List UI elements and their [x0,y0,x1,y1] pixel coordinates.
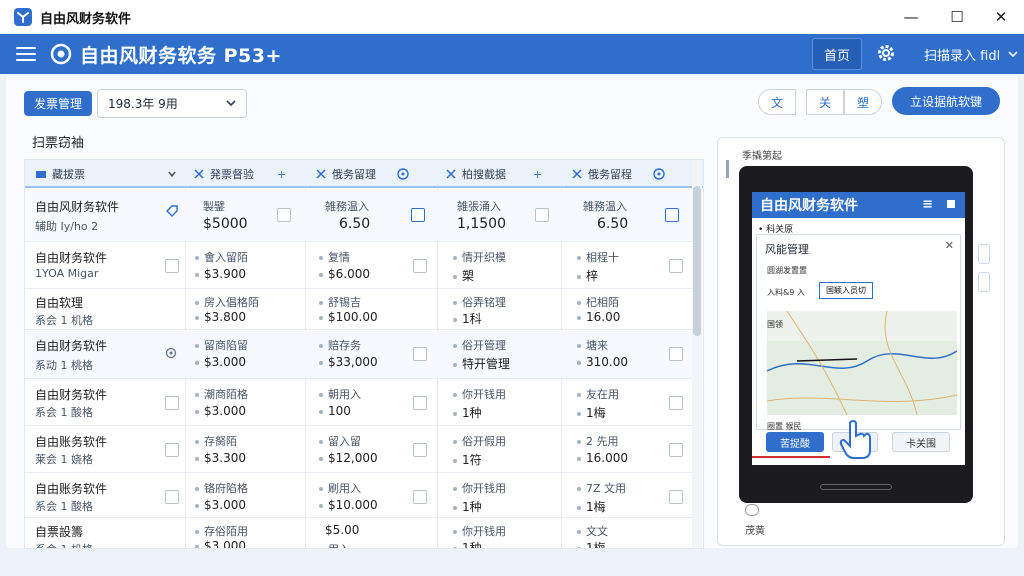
window-titlebar: 自由风财务软件 [0,0,1024,34]
close-button[interactable]: ✕ [978,0,1024,34]
dialog-title: 风能管理 [765,243,809,256]
toolbar-button-3[interactable]: 塑 [844,89,882,115]
row-checkbox[interactable] [669,259,683,273]
scrollbar-thumb[interactable] [693,186,701,336]
row-checkbox[interactable] [669,396,683,410]
arrow-icon [752,456,830,458]
row-checkbox[interactable] [413,396,427,410]
scan-entry-label: 扫描录入 fidl [924,48,1001,64]
row-checkbox[interactable] [165,259,179,273]
amount-value: $5000 [203,216,248,232]
phone-app-header: 自由风财务软件 ≡ [752,192,965,218]
phone-home-bar [820,484,892,490]
row-name: 自由风财务软件 [35,200,120,214]
column-header[interactable]: 柏搜截据 [445,160,506,188]
add-column-icon[interactable]: + [533,160,542,188]
column-header[interactable]: 俄务留理 [315,160,376,188]
hamburger-menu-icon[interactable] [16,43,36,65]
table-row[interactable]: 自由财务软件 1YOA Migar 會入留陌 $3.900 复情 $6.000 … [25,243,695,289]
table-row[interactable]: 自由财务软件 系会 1 酸格 潮商陌格 $3.000 朝用入 100 你开钱用 … [25,380,695,426]
table-scrollbar[interactable] [692,160,702,548]
row-checkbox[interactable] [669,347,683,361]
column-header[interactable]: 発票督验 [193,160,254,188]
row-subtext: 辅助 Iy/ho 2 [35,220,99,233]
hand-pointer-icon [839,420,871,459]
scan-entry-menu[interactable]: 扫描录入 fidl [924,34,1020,74]
table-row[interactable]: 自由财务软件 系动 1 桃格 留商陷留 $3.000 赔存务 $33,000 俗… [25,331,695,379]
chevron-down-icon [226,100,236,107]
row-checkbox[interactable] [413,490,427,504]
confirm-button[interactable]: 苦捉酸 [766,432,824,452]
column-header[interactable]: 藏拔票 [35,160,85,188]
add-column-icon[interactable]: + [277,160,286,188]
table-row[interactable]: 自由账务软件 莱会 1 娆格 存胬陌 $3.300 留入留 $12,000 俗开… [25,427,695,473]
phone-side-button [978,272,990,292]
phone-screen: 自由风财务软件 ≡ • 科关原 风能管理 ✕ 圆湖发置置 入料&9 入 国颖入员… [752,192,965,465]
home-button[interactable]: 首页 [812,38,862,70]
map-view[interactable] [767,311,957,415]
row-checkbox[interactable] [669,490,683,504]
minimize-button[interactable]: — [888,0,934,34]
period-select-value: 198.3年 9用 [108,97,178,111]
app-title: 自由风财务软务 P53+ [80,44,282,67]
period-select[interactable]: 198.3年 9用 [97,89,247,118]
sort-icon [572,169,582,179]
sort-icon [194,169,204,179]
cancel-button[interactable]: 卡关围 [892,432,950,452]
chevron-down-icon[interactable] [167,169,177,179]
table-header: 藏拔票 発票督验 + 俄务留理 柏搜截据 + 俄务留程 [25,160,703,188]
invoice-management-tag[interactable]: 发票管理 [24,91,92,116]
phone-menu-icon[interactable]: ≡ [922,197,933,212]
row-action-icon[interactable] [535,208,549,222]
preview-bottom-label: 茂黄 [745,526,765,537]
phone-square-icon[interactable] [947,200,955,208]
section-title: 扫票窃袖 [32,136,85,151]
primary-action-button[interactable]: 立设据航软键 [892,87,1000,115]
table-row[interactable]: 自票設籌 系会 1 机格 存俗陌用 $3.000 $5.00 用入 你开钱用 1… [25,519,695,548]
row-checkbox[interactable] [413,259,427,273]
help-icon[interactable] [745,504,759,516]
row-checkbox[interactable] [413,443,427,457]
sort-icon [316,169,326,179]
close-icon[interactable]: ✕ [945,239,954,252]
toolbar-button-2[interactable]: 关 [806,89,844,115]
column-header[interactable]: 俄务留程 [571,160,632,188]
window-title: 自由风财务软件 [40,11,132,27]
brand-logo-icon [50,43,72,65]
row-checkbox[interactable] [669,443,683,457]
app-logo-icon [14,8,32,26]
close-icon: ✕ [994,8,1008,26]
maximize-button[interactable]: ☐ [934,0,980,34]
target-icon[interactable] [653,168,665,180]
app-header: 自由风财务软务 P53+ 首页 扫描录入 fidl [0,34,1024,74]
row-checkbox[interactable] [165,490,179,504]
table-row[interactable]: 自由账务软件 系会 1 酸格 铬府陷格 $3.000 刷用入 $10.000 你… [25,474,695,518]
phone-app-title: 自由风财务软件 [760,198,858,214]
row-action-icon[interactable] [277,208,291,222]
settings-icon[interactable] [165,347,177,359]
toolbar-button-1[interactable]: 文 [758,89,796,115]
panel-indicator [726,160,729,178]
map-callout: 国颖入员切 [819,282,873,299]
sort-icon [446,169,456,179]
gear-icon[interactable] [876,43,896,63]
table-row[interactable]: 自由风财务软件 辅助 Iy/ho 2 製鐾 $5000 雑務温入 6.50 雑張… [25,190,695,242]
table-row[interactable]: 自由软理 系会 1 机格 房入倡格陌 $3.800 舒锡吉 $100.00 俗弄… [25,290,695,330]
phone-side-button [978,244,990,264]
preview-top-label: 季撬第起 [742,151,782,162]
maximize-icon: ☐ [950,8,964,26]
row-checkbox[interactable] [413,347,427,361]
chevron-down-icon [1008,51,1018,58]
tag-icon[interactable] [165,204,179,218]
target-icon[interactable] [397,168,409,180]
edit-icon[interactable] [411,208,425,222]
invoice-table: 藏拔票 発票督验 + 俄务留理 柏搜截据 + 俄务留程 自由风财务软件 辅助 I… [24,159,704,549]
minimize-icon: — [903,8,919,26]
edit-icon[interactable] [665,208,679,222]
row-checkbox[interactable] [165,396,179,410]
phone-dialog: 风能管理 ✕ 圆湖发置置 入料&9 入 国颖入员切 国领 圈置 猴民 [756,234,961,431]
folder-icon [36,171,46,178]
row-checkbox[interactable] [165,443,179,457]
